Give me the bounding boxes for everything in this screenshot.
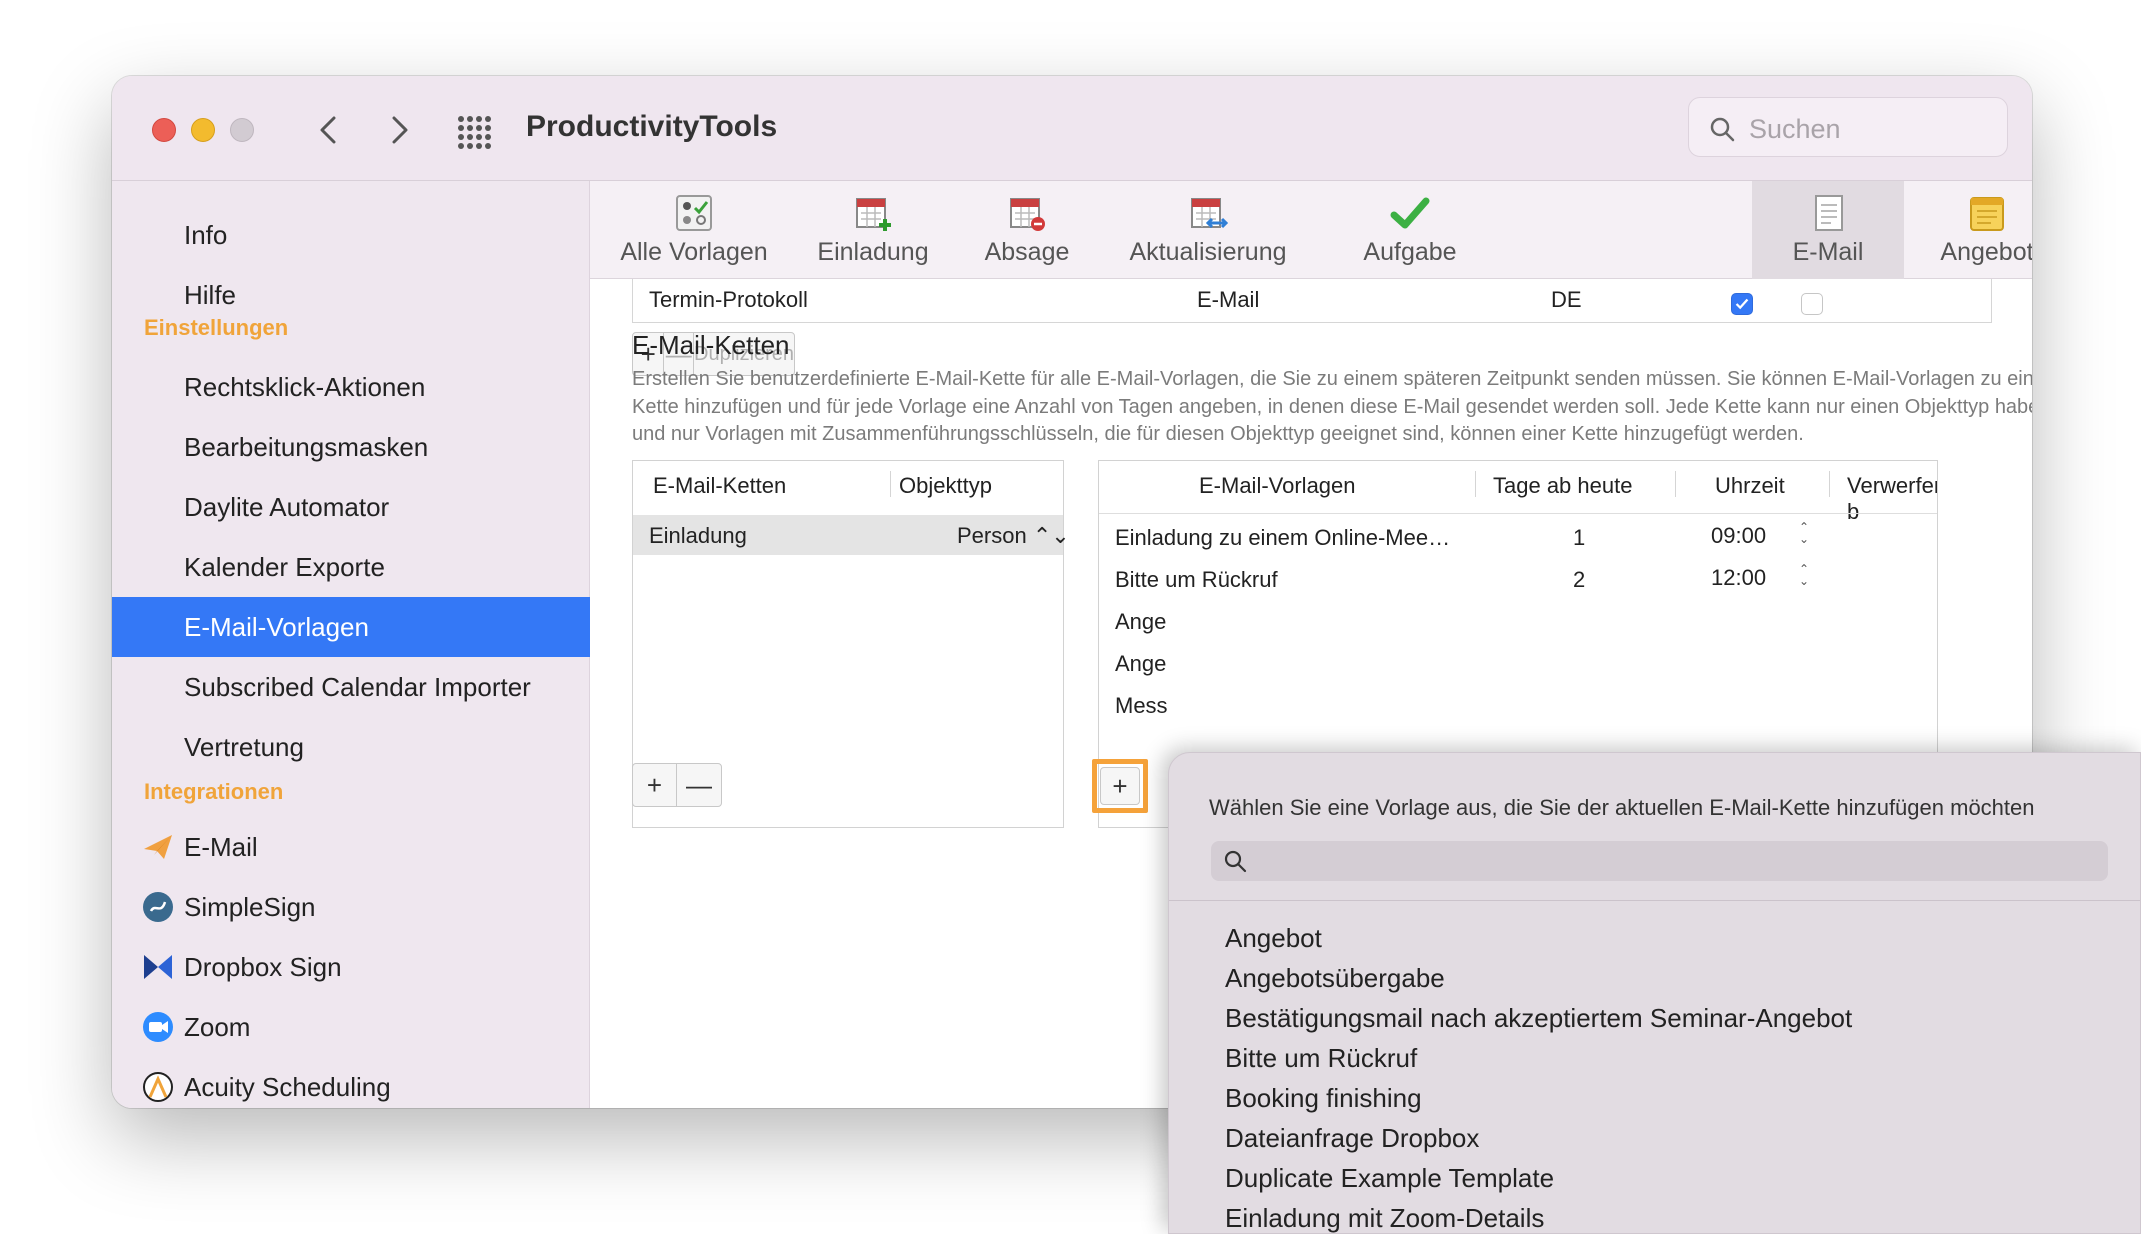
column-header-chain: E-Mail-Ketten	[653, 473, 787, 498]
column-header-days: Tage ab heute	[1493, 473, 1633, 498]
calendar-update-icon	[1191, 198, 1228, 229]
paper-plane-icon	[144, 835, 172, 859]
column-divider	[1675, 471, 1676, 497]
column-header-object-type: Objekttyp	[899, 473, 992, 498]
section-description: Erstellen Sie benutzerdefinierte E-Mail-…	[632, 368, 2032, 445]
popover-header: Wählen Sie eine Vorlage aus, die Sie der…	[1169, 753, 2140, 901]
tab-alle-vorlagen[interactable]: Alle Vorlagen	[610, 181, 778, 279]
tab-aktualisierung[interactable]: Aktualisierung	[1098, 181, 1318, 279]
zoom-window-button[interactable]	[230, 118, 254, 142]
column-divider	[1829, 471, 1830, 497]
header-divider	[1099, 513, 1937, 514]
simplesign-icon	[143, 892, 173, 922]
time-stepper[interactable]: ⌃ ⌄	[1797, 521, 1811, 547]
templates-table: Termin-Protokoll E-Mail DE	[632, 279, 1992, 323]
sidebar-item-dropbox-sign[interactable]: Dropbox Sign	[112, 937, 590, 997]
all-templates-icon	[676, 195, 712, 231]
tab-einladung[interactable]: Einladung	[790, 181, 956, 279]
active-checkbox[interactable]	[1731, 293, 1753, 315]
list-item[interactable]: Bitte um Rückruf	[1225, 1043, 1417, 1074]
sidebar-section-integrations: Integrationen	[144, 779, 284, 804]
sidebar-item-subscribed-calendar[interactable]: Subscribed Calendar Importer	[112, 657, 590, 717]
column-header-discard: Verwerfen b	[1847, 473, 1938, 524]
list-item[interactable]: Angebot	[1225, 923, 1322, 954]
sidebar: Info Hilfe Einstellungen Rechtsklick-Akt…	[112, 181, 590, 1108]
close-window-button[interactable]	[152, 118, 176, 142]
section-title-email-chains: E-Mail-Ketten	[632, 330, 790, 360]
list-item[interactable]: Bestätigungsmail nach akzeptiertem Semin…	[1225, 1003, 1852, 1034]
app-title: ProductivityTools	[526, 110, 778, 143]
chevron-right-icon[interactable]	[379, 110, 419, 150]
chains-button-group: + —	[632, 763, 722, 807]
sidebar-item-bearbeitungsmasken[interactable]: Bearbeitungsmasken	[112, 417, 590, 477]
title-bar: ProductivityTools Suchen	[112, 76, 2032, 181]
sidebar-item-daylite-automator[interactable]: Daylite Automator	[112, 477, 590, 537]
sidebar-item-rechtsklick[interactable]: Rechtsklick-Aktionen	[112, 357, 590, 417]
search-icon	[1224, 850, 1247, 873]
list-item[interactable]: Dateianfrage Dropbox	[1225, 1123, 1479, 1154]
add-chain-button[interactable]: +	[633, 764, 677, 806]
tab-angebot[interactable]: Angebot	[1912, 181, 2032, 279]
sidebar-item-acuity[interactable]: Acuity Scheduling	[112, 1057, 590, 1108]
search-placeholder: Suchen	[1749, 114, 1841, 144]
list-item[interactable]: Angebotsübergabe	[1225, 963, 1445, 994]
table-row[interactable]: Einladung Person ⌃⌄	[633, 515, 1070, 555]
sidebar-item-simplesign[interactable]: SimpleSign	[112, 877, 590, 937]
checkmark-icon	[1390, 197, 1430, 229]
sidebar-item-kalender-exporte[interactable]: Kalender Exporte	[112, 537, 590, 597]
dropbox-sign-icon	[144, 955, 172, 979]
add-template-to-chain-group: +	[1100, 767, 1140, 805]
list-item[interactable]: Einladung mit Zoom-Details	[1225, 1203, 1544, 1234]
popover-title: Wählen Sie eine Vorlage aus, die Sie der…	[1209, 795, 2035, 820]
remove-chain-button[interactable]: —	[677, 764, 721, 806]
object-type-select[interactable]: Person ⌃⌄	[957, 523, 1070, 549]
popover-search-input[interactable]	[1211, 841, 2108, 881]
checkmark-icon	[1735, 298, 1749, 310]
tab-absage[interactable]: Absage	[964, 181, 1090, 279]
list-item[interactable]: Booking finishing	[1225, 1083, 1422, 1114]
column-header-templates: E-Mail-Vorlagen	[1199, 473, 1356, 498]
notepad-icon	[1970, 197, 2004, 231]
table-row[interactable]: Mess	[1115, 693, 1168, 719]
secondary-checkbox[interactable]	[1801, 293, 1823, 315]
column-divider	[890, 471, 891, 497]
table-row[interactable]: Ange	[1115, 609, 1166, 635]
table-row[interactable]: Ange	[1115, 651, 1166, 677]
sidebar-item-email[interactable]: E-Mail	[112, 817, 590, 877]
zoom-icon	[143, 1012, 173, 1042]
sidebar-section-settings: Einstellungen	[144, 315, 289, 340]
template-toolbar: Alle Vorlagen Einladung Absage Aktualisi…	[590, 181, 2032, 279]
column-divider	[1475, 471, 1476, 497]
chevron-left-icon[interactable]	[309, 110, 349, 150]
acuity-icon	[143, 1072, 173, 1102]
calendar-add-icon	[856, 198, 891, 231]
add-template-to-chain-button[interactable]: +	[1101, 768, 1139, 804]
sidebar-item-info[interactable]: Info	[112, 205, 590, 265]
document-icon	[1815, 195, 1843, 231]
search-field[interactable]: Suchen	[1688, 97, 2008, 157]
tab-aufgabe[interactable]: Aufgabe	[1330, 181, 1490, 279]
sidebar-item-vertretung[interactable]: Vertretung	[112, 717, 590, 777]
grid-icon[interactable]	[457, 115, 491, 149]
minimize-window-button[interactable]	[191, 118, 215, 142]
column-header-time: Uhrzeit	[1715, 473, 1785, 498]
tab-email[interactable]: E-Mail	[1752, 181, 1904, 279]
calendar-cancel-icon	[1010, 198, 1045, 231]
list-item[interactable]: Duplicate Example Template	[1225, 1163, 1554, 1194]
search-icon	[1710, 117, 1735, 142]
time-stepper[interactable]: ⌃ ⌄	[1797, 563, 1811, 589]
sidebar-item-zoom[interactable]: Zoom	[112, 997, 590, 1057]
sidebar-item-email-vorlagen[interactable]: E-Mail-Vorlagen	[112, 597, 590, 657]
template-picker-popover: Wählen Sie eine Vorlage aus, die Sie der…	[1168, 752, 2141, 1234]
